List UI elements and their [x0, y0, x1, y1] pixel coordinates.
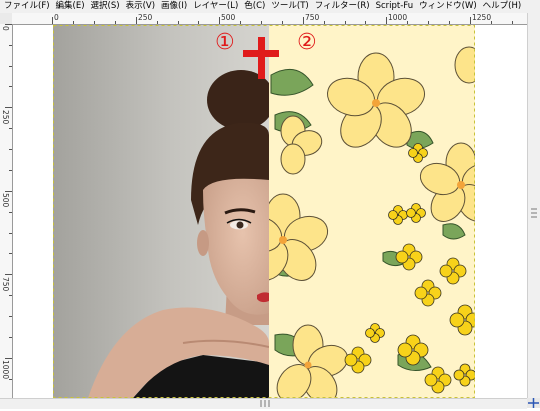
ruler-v-ticks	[5, 24, 12, 380]
menu-help[interactable]: ヘルプ(H)	[480, 0, 525, 13]
menu-filters[interactable]: フィルター(R)	[312, 0, 373, 13]
menu-tools[interactable]: ツール(T)	[268, 0, 311, 13]
ruler-h-label: 250	[138, 13, 153, 22]
ruler-h-label: 0	[54, 13, 59, 22]
canvas-artwork	[53, 25, 527, 398]
menu-script-fu[interactable]: Script-Fu	[373, 0, 417, 13]
ruler-v-label: 1000	[1, 360, 10, 380]
menu-windows[interactable]: ウィンドウ(W)	[416, 0, 480, 13]
scroll-grip-icon[interactable]	[531, 203, 537, 223]
menu-view[interactable]: 表示(V)	[123, 0, 158, 13]
ruler-h-label: 1000	[388, 13, 408, 22]
scroll-grip-icon[interactable]	[255, 399, 275, 407]
horizontal-scrollbar[interactable]	[0, 398, 527, 409]
menu-image[interactable]: 画像(I)	[158, 0, 190, 13]
ruler-h-ticks	[52, 17, 513, 24]
annotation-number-2: ②	[297, 30, 317, 55]
vertical-scrollbar[interactable]	[527, 13, 540, 398]
ruler-h-label: 750	[305, 13, 320, 22]
menu-colors[interactable]: 色(C)	[241, 0, 268, 13]
annotation-number-1: ①	[215, 30, 235, 55]
ruler-v-label: 750	[1, 277, 10, 292]
navigate-cross-icon[interactable]	[527, 398, 540, 408]
flower-pattern-half	[269, 25, 475, 398]
menu-file[interactable]: ファイル(F)	[0, 0, 53, 13]
ruler-v-label: 500	[1, 193, 10, 208]
menu-select[interactable]: 選択(S)	[88, 0, 123, 13]
vertical-ruler[interactable]: 0 250 500 750 1000	[0, 24, 13, 398]
horizontal-ruler[interactable]: 0 250 500 750 1000 1250	[12, 13, 527, 25]
ruler-v-label: 0	[1, 26, 10, 31]
menu-layer[interactable]: レイヤー(L)	[190, 0, 241, 13]
menu-edit[interactable]: 編集(E)	[53, 0, 88, 13]
ruler-h-label: 500	[221, 13, 236, 22]
ruler-v-label: 250	[1, 110, 10, 125]
image-canvas[interactable]: ① ②	[13, 25, 527, 398]
photo-half	[53, 25, 269, 398]
ruler-h-label: 1250	[472, 13, 492, 22]
menu-bar: ファイル(F) 編集(E) 選択(S) 表示(V) 画像(I) レイヤー(L) …	[0, 0, 540, 14]
